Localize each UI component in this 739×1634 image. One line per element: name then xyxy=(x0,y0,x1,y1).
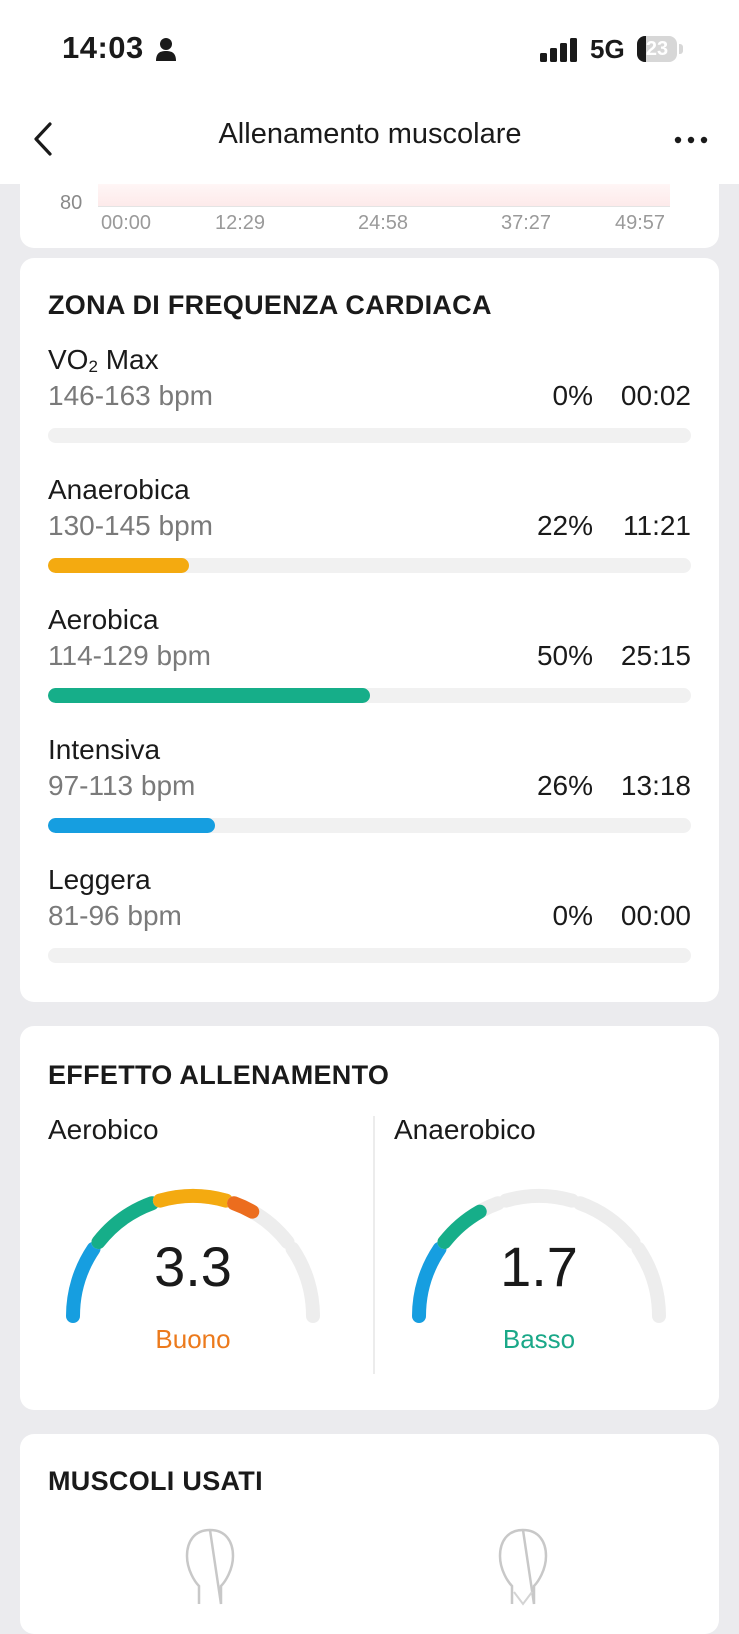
zone-name: Anaerobica xyxy=(48,474,190,505)
effect-card-title: EFFETTO ALLENAMENTO xyxy=(48,1060,390,1090)
zone-row[interactable]: Aerobica 114-129 bpm 50% 25:15 xyxy=(20,604,719,734)
zone-time: 11:21 xyxy=(623,510,691,541)
person-icon xyxy=(156,38,176,61)
muscle-card-title: MUSCOLI USATI xyxy=(48,1466,263,1496)
zone-range: 97-113 bpm xyxy=(48,770,196,801)
gauge-value: 1.7 xyxy=(500,1235,578,1298)
battery-icon: 23 xyxy=(637,36,683,62)
effect-label: Anaerobico xyxy=(394,1114,536,1145)
status-time: 14:03 xyxy=(62,30,144,65)
muscles-used-card: MUSCOLI USATI xyxy=(20,1434,719,1634)
zone-name: VO2 Max xyxy=(48,344,159,376)
zone-percent: 0% xyxy=(552,900,593,931)
zone-row[interactable]: Intensiva 97-113 bpm 26% 13:18 xyxy=(20,734,719,864)
heart-rate-band xyxy=(98,184,670,206)
aerobic-effect[interactable]: Aerobico 3.3 Buono xyxy=(20,1114,360,1384)
zone-progress-fill xyxy=(48,818,216,833)
gauge-rating: Basso xyxy=(502,1324,576,1354)
gauge-value: 3.3 xyxy=(154,1235,232,1298)
zone-row[interactable]: Anaerobica 130-145 bpm 22% 11:21 xyxy=(20,474,719,604)
zone-percent: 26% xyxy=(536,770,593,801)
zone-progress-track xyxy=(48,688,691,703)
zone-card-title: ZONA DI FREQUENZA CARDIACA xyxy=(48,290,492,320)
zone-time: 00:02 xyxy=(620,380,691,411)
training-effect-card: EFFETTO ALLENAMENTO Aerobico 3.3 Buono A… xyxy=(20,1026,719,1410)
gauge-segment-3-track xyxy=(498,1189,580,1208)
zone-name: Aerobica xyxy=(48,604,159,635)
anaerobic-effect[interactable]: Anaerobico 1.7 Basso xyxy=(366,1114,706,1384)
zone-range: 146-163 bpm xyxy=(48,380,214,411)
status-bar: 14:03 5G 23 xyxy=(0,0,739,100)
heart-rate-zone-card: ZONA DI FREQUENZA CARDIACA VO2 Max 146-1… xyxy=(20,258,719,1002)
more-options-icon[interactable] xyxy=(666,120,716,160)
gauge-rating: Buono xyxy=(155,1324,231,1354)
battery-percent: 23 xyxy=(645,38,669,60)
zone-range: 130-145 bpm xyxy=(48,510,214,541)
zone-row[interactable]: Leggera 81-96 bpm 0% 00:00 xyxy=(20,864,719,994)
zone-percent: 22% xyxy=(536,510,593,541)
chart-x-tick: 49:57 xyxy=(614,212,666,234)
gauge-segment-4-fill xyxy=(227,1196,260,1219)
zone-percent: 50% xyxy=(536,640,593,671)
chart-x-tick: 12:29 xyxy=(214,212,266,234)
zone-time: 13:18 xyxy=(620,770,691,801)
zone-progress-track xyxy=(48,428,691,443)
heart-rate-chart-card: 80 00:00 12:29 24:58 37:27 49:57 xyxy=(20,160,719,248)
network-label: 5G xyxy=(590,34,625,64)
zone-progress-fill xyxy=(48,688,370,703)
effect-label: Aerobico xyxy=(48,1114,159,1145)
chart-y-tick: 80 xyxy=(60,192,83,214)
zone-percent: 0% xyxy=(552,380,593,411)
zone-time: 00:00 xyxy=(620,900,691,931)
body-back-head-icon xyxy=(498,1528,548,1606)
chart-baseline xyxy=(98,206,670,207)
zone-time: 25:15 xyxy=(620,640,691,671)
zone-progress-fill xyxy=(48,558,190,573)
signal-icon xyxy=(540,38,577,62)
zone-progress-track xyxy=(48,818,691,833)
chart-x-tick: 37:27 xyxy=(500,212,552,234)
zone-progress-track xyxy=(48,948,691,963)
page-title: Allenamento muscolare xyxy=(218,118,522,150)
gauge-segment-3-fill xyxy=(152,1189,234,1208)
zone-range: 114-129 bpm xyxy=(48,640,211,671)
zone-range: 81-96 bpm xyxy=(48,900,182,931)
body-front-head-icon xyxy=(185,1528,235,1605)
zone-name: Leggera xyxy=(48,864,151,895)
zone-row[interactable]: VO2 Max 146-163 bpm 0% 00:02 xyxy=(20,344,719,474)
back-button[interactable] xyxy=(22,114,72,164)
chart-x-tick: 24:58 xyxy=(357,212,409,234)
zone-name: Intensiva xyxy=(48,734,161,765)
chart-x-tick: 00:00 xyxy=(100,212,152,234)
zone-progress-track xyxy=(48,558,691,573)
